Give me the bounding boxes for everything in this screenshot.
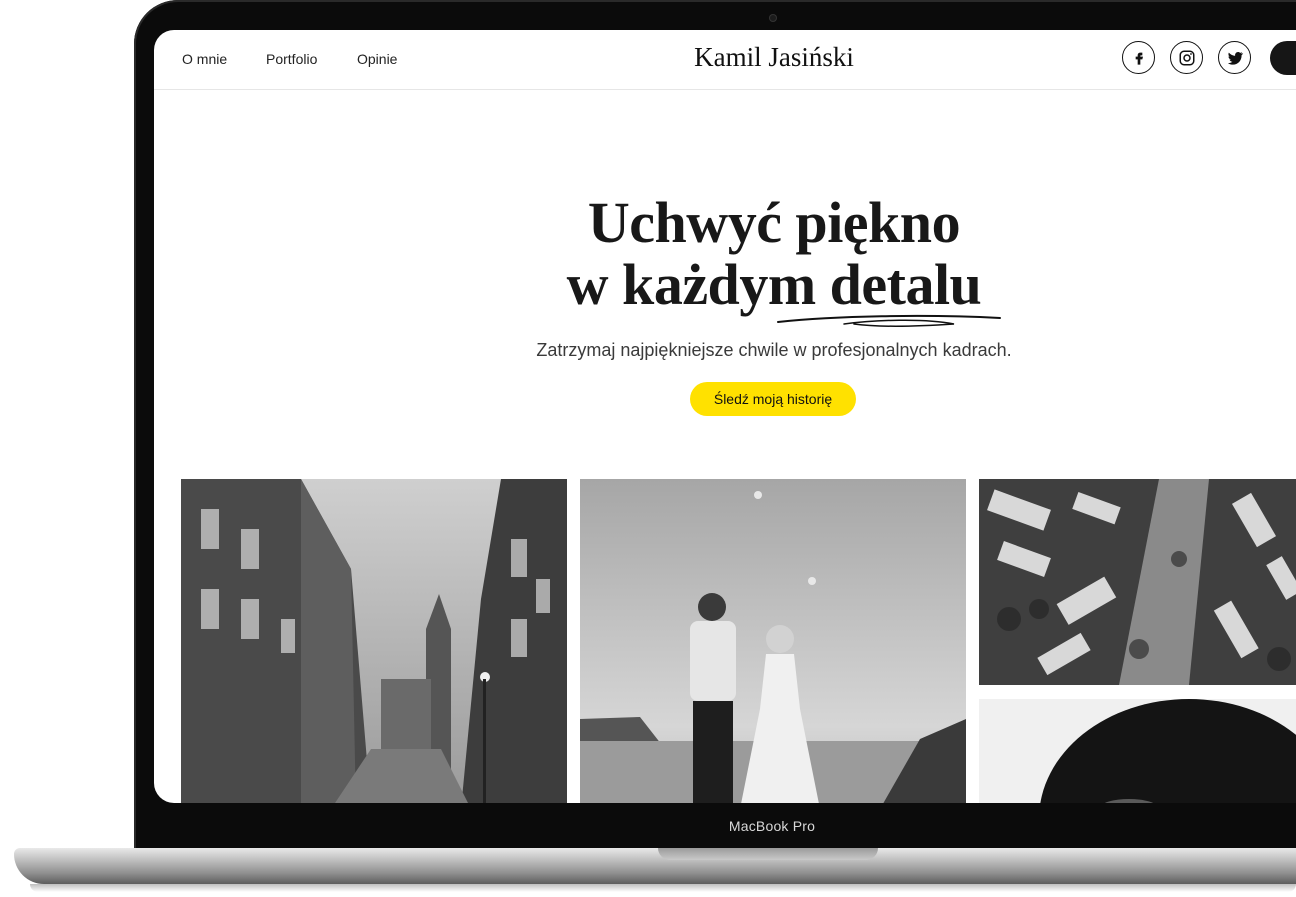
camera-dot: [769, 14, 777, 22]
site-brand[interactable]: Kamil Jasiński: [624, 42, 924, 73]
hero-subtitle: Zatrzymaj najpiękniejsze chwile w profes…: [536, 340, 1012, 360]
facebook-icon: [1135, 52, 1143, 65]
instagram-icon: [1179, 50, 1194, 65]
hero-title-line-1: Uchwyć piękno: [587, 190, 961, 255]
follow-story-button[interactable]: Śledź moją historię: [690, 382, 856, 416]
hero-title-line-2: w każdym detalu: [566, 252, 982, 317]
instagram-button[interactable]: [1170, 41, 1203, 74]
wedding-couple-photo[interactable]: [580, 479, 966, 803]
twitter-icon: [1227, 51, 1243, 65]
hero-title: Uchwyć piękno w każdym detalu: [374, 192, 1174, 316]
old-town-street-photo[interactable]: [181, 479, 567, 803]
aerial-city-photo[interactable]: [979, 479, 1296, 685]
facebook-button[interactable]: [1122, 41, 1155, 74]
laptop-base: [14, 848, 1296, 884]
nav-link-portfolio[interactable]: Portfolio: [266, 51, 317, 67]
twitter-button[interactable]: [1218, 41, 1251, 74]
top-navigation: O mnie Portfolio Opinie Kamil Jasiński: [154, 30, 1296, 90]
laptop-base-notch: [658, 848, 878, 860]
underline-squiggle: [777, 314, 1001, 328]
laptop-shadow: [30, 884, 1296, 892]
portrait-photo[interactable]: [979, 699, 1296, 803]
device-label: MacBook Pro: [728, 818, 816, 834]
contact-button[interactable]: [1270, 41, 1296, 75]
nav-link-about[interactable]: O mnie: [182, 51, 227, 67]
nav-link-reviews[interactable]: Opinie: [357, 51, 397, 67]
laptop-screen: O mnie Portfolio Opinie Kamil Jasiński U…: [154, 30, 1296, 803]
